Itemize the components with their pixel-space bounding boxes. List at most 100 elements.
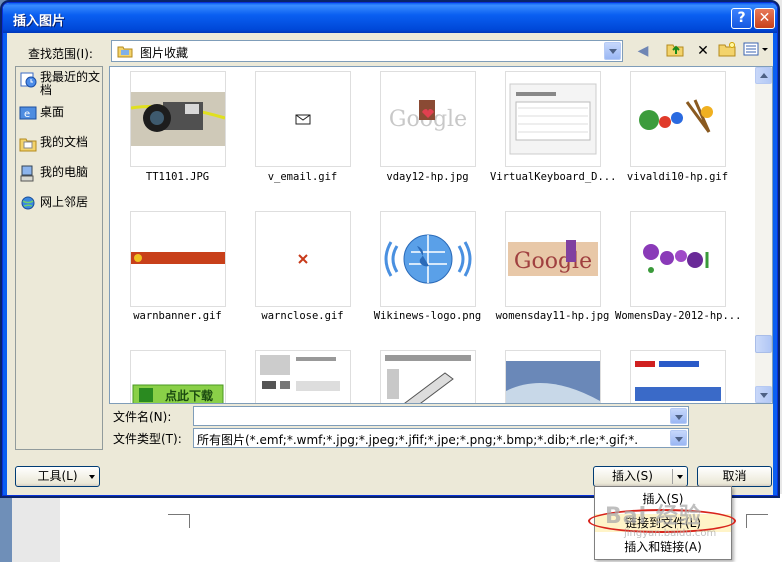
download-thumbnail-text: 点此下载: [165, 388, 213, 403]
valentine-doodle-thumbnail: Google: [389, 100, 467, 132]
warning-close-icon: [298, 254, 308, 264]
frame-right: [773, 33, 777, 495]
back-button[interactable]: ◀: [633, 41, 653, 61]
file-thumbnail[interactable]: [130, 71, 226, 167]
cancel-button[interactable]: 取消: [697, 466, 772, 487]
file-list-view[interactable]: Google TT1101.JPG v_email.gif vday12-hp.…: [109, 66, 773, 404]
place-label: 网上邻居: [40, 195, 89, 209]
insert-dropdown-arrow-icon[interactable]: [677, 475, 683, 479]
file-thumbnail[interactable]: [130, 211, 226, 307]
help-button[interactable]: ?: [731, 8, 752, 29]
filetype-label: 文件类型(T):: [113, 432, 182, 446]
lookin-value: 图片收藏: [140, 46, 189, 60]
desktop-icon: e: [19, 106, 37, 120]
frame-left: [3, 33, 7, 495]
file-thumbnail[interactable]: Google: [380, 71, 476, 167]
network-places-icon: [21, 196, 35, 210]
file-thumbnail[interactable]: [630, 211, 726, 307]
filetype-value: 所有图片(*.emf;*.wmf;*.jpg;*.jpeg;*.jfif;*.j…: [197, 433, 639, 447]
delete-button[interactable]: ✕: [693, 41, 713, 61]
baidu-watermark-url: jingyan.baidu.com: [624, 528, 717, 539]
up-folder-icon: [666, 44, 684, 57]
close-button[interactable]: ✕: [754, 8, 775, 29]
places-bar: 我最近的文档 e 桌面 我的文档 我的电脑 网上邻居: [15, 66, 103, 450]
filetype-select[interactable]: 所有图片(*.emf;*.wmf;*.jpg;*.jpeg;*.jfif;*.j…: [193, 428, 689, 448]
filename-dropdown-button[interactable]: [670, 408, 687, 424]
file-thumbnail[interactable]: Google: [505, 211, 601, 307]
back-icon: ◀: [637, 43, 649, 59]
svg-text:e: e: [24, 109, 30, 120]
filename-combo[interactable]: [193, 406, 689, 426]
views-icon: [743, 42, 768, 56]
virtual-keyboard-thumbnail: [509, 83, 597, 155]
file-thumbnail[interactable]: 点此下载: [130, 350, 226, 403]
space-shuttle-diagram-thumbnail: [385, 355, 471, 403]
file-name: WomensDay-2012-hp...: [615, 310, 742, 322]
insert-picture-dialog: 插入图片 ? ✕ 查找范围(I): 图片收藏 ◀ ✕ 我最近的文档 e 桌面 我…: [2, 2, 778, 496]
lookin-dropdown-button[interactable]: [604, 42, 621, 60]
baidu-watermark: Bai 经验: [605, 504, 702, 529]
baidu-page-thumbnail: [635, 361, 721, 401]
scroll-thumb[interactable]: [755, 335, 772, 353]
place-my-documents[interactable]: 我的文档: [19, 135, 103, 155]
download-button-thumbnail: 点此下载: [132, 384, 224, 403]
scroll-up-button[interactable]: [755, 67, 772, 84]
file-name: Wikinews-logo.png: [373, 310, 482, 322]
cancel-button-label: 取消: [722, 469, 747, 483]
file-thumbnail[interactable]: [255, 350, 351, 403]
lookin-combo[interactable]: 图片收藏: [111, 40, 623, 62]
tools-button-label: 工具(L): [37, 469, 78, 483]
my-computer-icon: [20, 165, 34, 182]
file-thumbnail[interactable]: [630, 71, 726, 167]
views-button[interactable]: [741, 41, 771, 61]
file-thumbnail[interactable]: [505, 350, 601, 403]
tools-button[interactable]: 工具(L): [15, 466, 100, 487]
place-label: 桌面: [40, 105, 65, 119]
vivaldi-doodle-thumbnail: [639, 99, 713, 133]
my-documents-icon: [19, 138, 37, 152]
place-my-computer[interactable]: 我的电脑: [19, 165, 103, 185]
close-icon: ✕: [758, 10, 771, 26]
file-name: womensday11-hp.jpg: [495, 310, 610, 322]
file-thumbnail[interactable]: [630, 350, 726, 403]
womens-day-2012-thumbnail: [643, 244, 709, 273]
file-thumbnail[interactable]: [380, 350, 476, 403]
file-thumbnail[interactable]: [380, 211, 476, 307]
warning-banner-thumbnail: [131, 252, 225, 264]
folder-icon: [117, 46, 133, 58]
file-name: vivaldi10-hp.gif: [626, 171, 729, 183]
file-name: vday12-hp.jpg: [386, 171, 469, 183]
insert-split-button[interactable]: 插入(S): [593, 466, 688, 487]
email-icon: [295, 114, 311, 125]
thumbnail-doodle-text: Google: [514, 249, 592, 274]
file-name: TT1101.JPG: [145, 171, 210, 183]
new-folder-button[interactable]: [717, 41, 737, 61]
title-bar[interactable]: 插入图片 ? ✕: [3, 3, 777, 33]
file-thumbnail[interactable]: [255, 71, 351, 167]
photo-thumbnail: [506, 361, 600, 403]
file-thumbnail[interactable]: [255, 211, 351, 307]
window-title: 插入图片: [13, 14, 66, 29]
file-list-scrollbar[interactable]: [755, 67, 772, 403]
lookin-label: 查找范围(I):: [28, 47, 93, 61]
tools-dropdown-arrow-icon: [89, 475, 95, 479]
help-icon: ?: [737, 10, 746, 26]
wikinews-logo-icon: [384, 234, 472, 284]
place-network[interactable]: 网上邻居: [19, 195, 103, 215]
womens-day-doodle-thumbnail: Google: [508, 240, 598, 276]
crop-mark: [746, 514, 768, 528]
menu-item-insert-and-link[interactable]: 插入和链接(A): [595, 538, 731, 556]
new-folder-icon: [718, 42, 736, 57]
place-desktop[interactable]: e 桌面: [19, 105, 103, 125]
insert-button-label: 插入(S): [612, 469, 653, 483]
filetype-dropdown-button[interactable]: [670, 430, 687, 446]
up-folder-button[interactable]: [665, 41, 685, 61]
place-label: 我的文档: [40, 135, 89, 149]
file-name: warnclose.gif: [261, 310, 344, 322]
scroll-down-button[interactable]: [755, 386, 772, 403]
split-separator: [672, 469, 673, 484]
recent-documents-icon: [20, 72, 37, 88]
place-recent[interactable]: 我最近的文档: [19, 70, 103, 98]
file-thumbnail[interactable]: [505, 71, 601, 167]
webpage-screenshot-thumbnail: [260, 355, 340, 391]
